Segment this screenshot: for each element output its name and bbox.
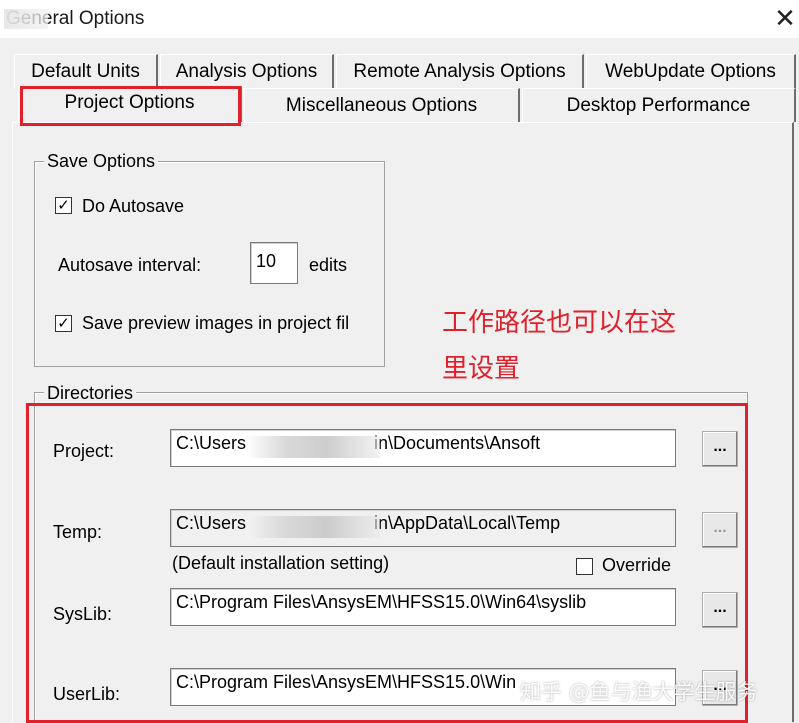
temp-dir-suffix: in\AppData\Local\Temp [374, 513, 561, 533]
autosave-interval-unit: edits [309, 255, 348, 275]
tab-default-units[interactable]: Default Units [14, 54, 158, 88]
autosave-interval-input[interactable]: 10 [250, 242, 298, 284]
annotation-text: 工作路径也可以在这 里设置 [442, 300, 676, 392]
temp-dir-prefix: C:\Users [176, 513, 247, 533]
annotation-line-1: 工作路径也可以在这 [442, 308, 677, 338]
project-dir-suffix: in\Documents\Ansoft [374, 433, 541, 453]
options-dialog: Default Units Analysis Options Remote An… [0, 38, 799, 723]
project-dir-prefix: C:\Users [176, 433, 247, 453]
annotation-line-2: 里设置 [442, 354, 521, 384]
title-bar: General Options ✕ [0, 0, 799, 38]
project-browse-button[interactable]: ... [702, 431, 738, 467]
watermark-text: 知乎 @鱼与渔大学生服务 [520, 680, 758, 704]
temp-dir-label: Temp: [53, 522, 103, 542]
close-icon[interactable]: ✕ [770, 4, 799, 34]
save-options-legend: Save Options [44, 151, 159, 172]
override-checkbox[interactable] [576, 558, 593, 575]
tab-analysis-options[interactable]: Analysis Options [160, 54, 334, 88]
temp-default-note: (Default installation setting) [172, 553, 390, 573]
userlib-dir-label: UserLib: [53, 684, 121, 704]
temp-browse-button: ... [702, 512, 738, 548]
title-redaction [4, 9, 48, 29]
override-label: Override [602, 555, 672, 575]
project-redaction [246, 436, 380, 458]
tab-miscellaneous-options[interactable]: Miscellaneous Options [244, 88, 520, 122]
directories-legend: Directories [44, 383, 137, 404]
do-autosave-checkbox[interactable]: ✓ [55, 197, 72, 214]
save-preview-checkbox[interactable]: ✓ [55, 315, 72, 332]
save-preview-label: Save preview images in project fil [82, 313, 350, 333]
autosave-interval-label: Autosave interval: [58, 255, 202, 275]
do-autosave-label: Do Autosave [82, 196, 185, 216]
project-dir-label: Project: [53, 441, 115, 461]
tab-remote-analysis-options[interactable]: Remote Analysis Options [336, 54, 584, 88]
syslib-dir-label: SysLib: [53, 604, 113, 624]
tab-project-options[interactable]: Project Options [18, 86, 242, 122]
syslib-dir-input[interactable]: C:\Program Files\AnsysEM\HFSS15.0\Win64\… [170, 588, 676, 626]
syslib-browse-button[interactable]: ... [702, 592, 738, 628]
tab-desktop-performance[interactable]: Desktop Performance [522, 88, 796, 122]
temp-redaction [246, 516, 380, 538]
tab-webupdate-options[interactable]: WebUpdate Options [586, 54, 796, 88]
